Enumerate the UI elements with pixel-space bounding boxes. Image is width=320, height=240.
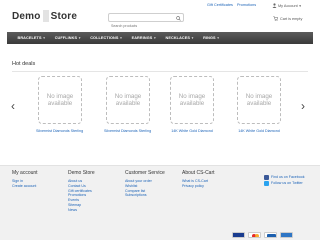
logo-text-demo: Demo (12, 10, 41, 22)
nav-label: CUFFLINKS (54, 36, 78, 40)
cart-widget[interactable]: Cart is empty (273, 16, 302, 21)
no-image-placeholder[interactable]: No image available (237, 76, 281, 124)
footer-heading: My account (12, 170, 38, 176)
search-box (108, 13, 184, 30)
product-name-link[interactable]: 14K White Gold Diamond (168, 129, 216, 134)
footer-heading: Customer Service (125, 170, 165, 176)
product-card[interactable]: No image available Silvermist Diamonds S… (36, 76, 84, 134)
footer: My account Sign in Create account Demo S… (0, 165, 320, 240)
mastercard-icon (248, 232, 261, 238)
create-account-link[interactable]: Create account (12, 184, 38, 189)
social-label: Follow us on Twitter (271, 180, 303, 185)
footer-heading: About CS-Cart (182, 170, 215, 176)
my-account-dropdown[interactable]: My Account ▼ (272, 3, 302, 8)
chevron-down-icon: ▼ (42, 36, 46, 40)
nav-label: COLLECTIONS (90, 36, 119, 40)
amex-icon (280, 232, 293, 238)
divider (12, 71, 308, 72)
nav-label: BRACELETS (17, 36, 42, 40)
main-nav: BRACELETS ▼ CUFFLINKS ▼ COLLECTIONS ▼ EARRI… (7, 32, 313, 44)
footer-link[interactable]: Privacy policy (182, 184, 215, 189)
my-account-label: My Account (278, 3, 298, 8)
footer-heading: Demo Store (68, 170, 95, 176)
product-card[interactable]: No image available 14K White Gold Diamon… (168, 76, 216, 134)
promotions-link[interactable]: Promotions (237, 3, 256, 7)
footer-demo-store: Demo Store About us Contact Us Gift cert… (68, 170, 95, 213)
chevron-down-icon: ▼ (119, 36, 123, 40)
cart-status: Cart is empty (280, 16, 303, 21)
chevron-down-icon: ▼ (191, 36, 195, 40)
no-image-placeholder[interactable]: No image available (38, 76, 82, 124)
nav-item-collections[interactable]: COLLECTIONS ▼ (86, 36, 127, 40)
logo-separator (42, 10, 49, 22)
search-input[interactable] (109, 22, 173, 30)
facebook-icon (264, 175, 269, 181)
paypal-icon (264, 232, 277, 238)
nav-label: EARRINGS (131, 36, 153, 40)
hot-deals-title: Hot deals (12, 61, 36, 67)
product-card[interactable]: No image available Silvermist Diamonds S… (104, 76, 152, 134)
nav-item-rings[interactable]: RINGS ▼ (199, 36, 225, 40)
nav-item-bracelets[interactable]: BRACELETS ▼ (13, 36, 50, 40)
footer-customer-service: Customer Service About your order Wishli… (125, 170, 165, 198)
gift-certificates-link[interactable]: Gift Certificates (207, 3, 233, 7)
chevron-down-icon: ▼ (153, 36, 157, 40)
nav-label: NECKLACES (165, 36, 191, 40)
cart-icon (273, 16, 278, 21)
product-card[interactable]: No image available 14K White Gold Diamon… (235, 76, 283, 134)
footer-link[interactable]: Subscriptions (125, 193, 165, 198)
footer-my-account: My account Sign in Create account (12, 170, 38, 189)
search-icon[interactable] (176, 15, 181, 21)
no-image-placeholder[interactable]: No image available (170, 76, 214, 124)
twitter-icon (264, 180, 269, 186)
footer-about-cs-cart: About CS-Cart What is CS-Cart Privacy po… (182, 170, 215, 189)
header: Demo Store Gift Certificates Promotions … (0, 0, 320, 32)
top-links: Gift Certificates Promotions (207, 3, 256, 7)
twitter-link[interactable]: Follow us on Twitter (264, 181, 305, 187)
product-name-link[interactable]: Silvermist Diamonds Sterling Silver (36, 129, 84, 134)
logo[interactable]: Demo Store (12, 10, 77, 22)
nav-item-cufflinks[interactable]: CUFFLINKS ▼ (50, 36, 86, 40)
chevron-down-icon: ▼ (216, 36, 220, 40)
footer-link[interactable]: News (68, 208, 95, 213)
chevron-down-icon: ▼ (298, 3, 302, 8)
logo-text-store: Store (50, 10, 78, 22)
payment-methods (232, 232, 293, 238)
visa-icon (232, 232, 245, 238)
product-name-link[interactable]: 14K White Gold Diamond (235, 129, 283, 134)
nav-item-earrings[interactable]: EARRINGS ▼ (127, 36, 161, 40)
nav-item-necklaces[interactable]: NECKLACES ▼ (161, 36, 199, 40)
chevron-left-icon[interactable]: ‹ (11, 100, 15, 112)
nav-label: RINGS (203, 36, 216, 40)
chevron-down-icon: ▼ (78, 36, 82, 40)
product-name-link[interactable]: Silvermist Diamonds Sterling Silver (104, 129, 152, 134)
no-image-placeholder[interactable]: No image available (106, 76, 150, 124)
footer-social: Find us on Facebook Follow us on Twitter (264, 175, 305, 186)
user-icon (272, 3, 277, 8)
chevron-right-icon[interactable]: › (301, 100, 305, 112)
